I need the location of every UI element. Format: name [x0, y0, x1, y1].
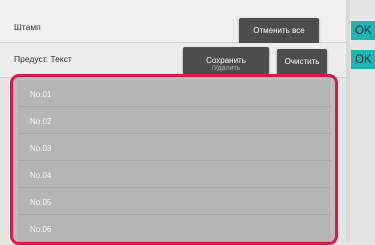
list-item-label: No.04 [30, 171, 52, 180]
list-item[interactable]: No.04 [18, 161, 331, 188]
clear-button[interactable]: Очистить [277, 49, 327, 75]
list-item-label: No.05 [30, 198, 52, 207]
list-item[interactable]: No.03 [18, 134, 331, 161]
save-delete-button[interactable]: Сохранить /Удалить [183, 47, 269, 75]
preset-list-highlight: No.01 No.02 No.03 No.04 No.05 No.06 [10, 74, 338, 245]
ok-button-preset[interactable]: OK [351, 50, 375, 69]
delete-button-sublabel: /Удалить [211, 65, 241, 73]
list-item-label: No.06 [30, 225, 52, 234]
list-item[interactable]: No.06 [18, 215, 331, 242]
list-item[interactable]: No.02 [18, 107, 331, 134]
list-item[interactable]: No.01 [18, 80, 331, 107]
stamp-label: Штамп [14, 22, 41, 32]
preset-text-label: Предуст. Текст [14, 54, 72, 64]
list-item-label: No.01 [30, 90, 52, 99]
save-button-label: Сохранить [206, 55, 246, 65]
preset-list: No.01 No.02 No.03 No.04 No.05 No.06 [18, 80, 331, 242]
ok-button-stamp[interactable]: OK [351, 21, 375, 40]
list-item[interactable]: No.05 [18, 188, 331, 215]
cancel-all-button[interactable]: Отменить все [239, 18, 319, 44]
panel-divider [346, 0, 350, 241]
list-item-label: No.03 [30, 144, 52, 153]
list-item-label: No.02 [30, 117, 52, 126]
